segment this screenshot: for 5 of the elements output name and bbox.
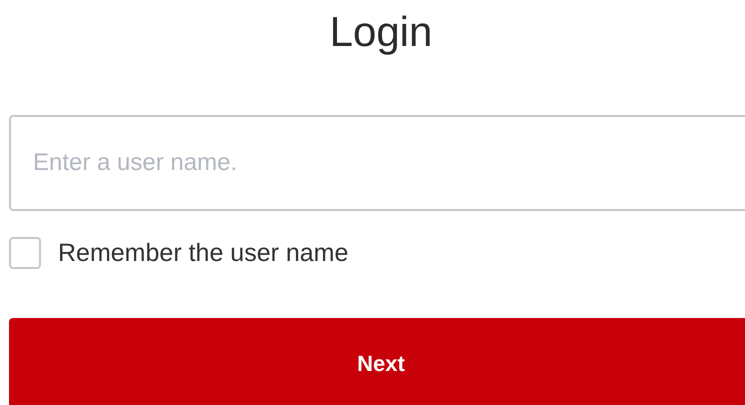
page-title: Login bbox=[330, 8, 432, 55]
checkbox-label: Remember the user name bbox=[58, 238, 348, 268]
next-button[interactable]: Next bbox=[9, 318, 745, 405]
username-field[interactable]: Enter a user name. bbox=[9, 115, 745, 211]
checkbox[interactable] bbox=[9, 237, 41, 269]
